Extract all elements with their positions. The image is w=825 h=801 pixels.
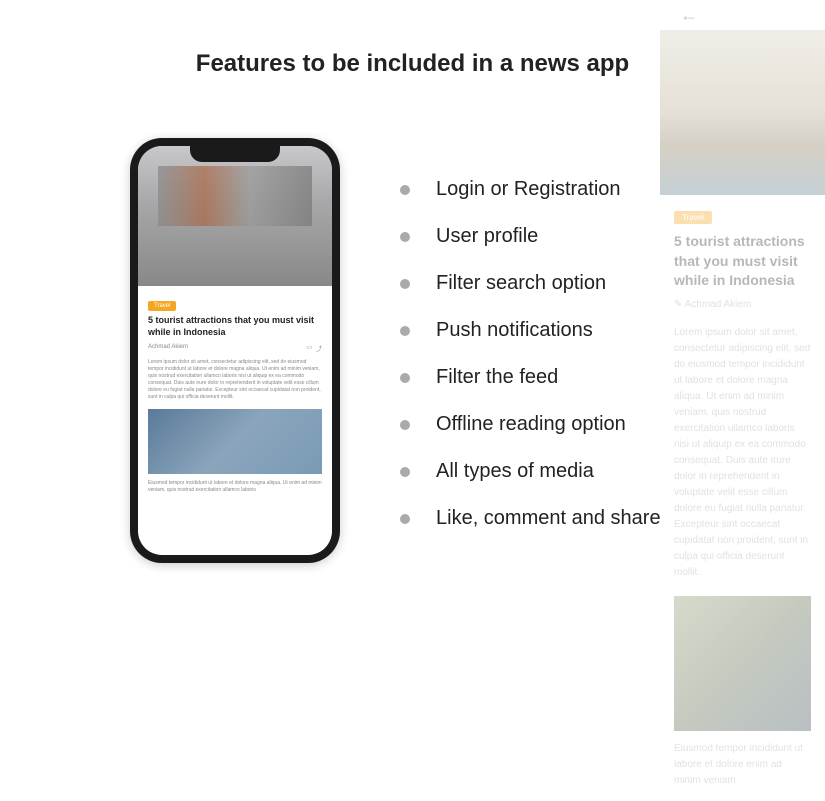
list-item: Login or Registration <box>400 178 661 201</box>
list-item: Filter the feed <box>400 366 661 389</box>
side-hero-image <box>660 30 825 195</box>
article-inline-image <box>148 409 322 474</box>
list-item: Push notifications <box>400 319 661 342</box>
side-category-tag: Travel <box>674 211 712 224</box>
list-item: Offline reading option <box>400 413 661 436</box>
article-title: 5 tourist attractions that you must visi… <box>148 315 322 338</box>
list-item: Like, comment and share <box>400 507 661 530</box>
bullet-icon <box>400 326 410 336</box>
feature-text: Filter search option <box>436 272 606 295</box>
bullet-icon <box>400 373 410 383</box>
side-inline-image <box>674 596 811 731</box>
side-content: Travel 5 tourist attractions that you mu… <box>660 195 825 801</box>
share-icon: ⤴ <box>316 344 322 353</box>
page-title: Features to be included in a news app <box>93 50 733 78</box>
side-author: ✎ Achmad Akiem <box>674 299 811 310</box>
side-preview-panel: ← Travel 5 tourist attractions that you … <box>660 0 825 641</box>
phone-screen: Travel 5 tourist attractions that you mu… <box>138 146 332 555</box>
back-icon[interactable]: ← <box>680 5 698 26</box>
bullet-icon <box>400 467 410 477</box>
bullet-icon <box>400 232 410 242</box>
bullet-icon <box>400 279 410 289</box>
feature-text: User profile <box>436 225 538 248</box>
category-tag: Travel <box>148 301 176 311</box>
feature-text: Like, comment and share <box>436 507 661 530</box>
article-body-1: Lorem ipsum dolor sit amet, consectetur … <box>148 359 322 401</box>
list-item: User profile <box>400 225 661 248</box>
article-meta: Achmad Akiem ▭ ⤴ <box>148 344 322 353</box>
bullet-icon <box>400 420 410 430</box>
article-body-2: Eiusmod tempor incididunt ut labore et d… <box>148 480 322 494</box>
article-action-icons: ▭ ⤴ <box>306 344 322 353</box>
side-body-1: Lorem ipsum dolor sit amet, consectetur … <box>674 325 811 581</box>
feature-text: All types of media <box>436 460 594 483</box>
list-item: Filter search option <box>400 272 661 295</box>
hero-image <box>138 146 332 286</box>
phone-content: Travel 5 tourist attractions that you mu… <box>138 286 332 502</box>
feature-text: Push notifications <box>436 319 593 342</box>
side-article-title: 5 tourist attractions that you must visi… <box>674 232 811 291</box>
features-list: Login or Registration User profile Filte… <box>400 138 661 554</box>
bullet-icon <box>400 514 410 524</box>
bookmark-icon: ▭ <box>306 344 312 353</box>
phone-mockup: Travel 5 tourist attractions that you mu… <box>130 138 340 563</box>
feature-text: Offline reading option <box>436 413 626 436</box>
side-body-2: Eiusmod tempor incididunt ut labore et d… <box>674 741 811 789</box>
list-item: All types of media <box>400 460 661 483</box>
bullet-icon <box>400 185 410 195</box>
feature-text: Filter the feed <box>436 366 558 389</box>
author-name: Achmad Akiem <box>148 344 188 353</box>
phone-notch <box>190 146 280 162</box>
feature-text: Login or Registration <box>436 178 621 201</box>
